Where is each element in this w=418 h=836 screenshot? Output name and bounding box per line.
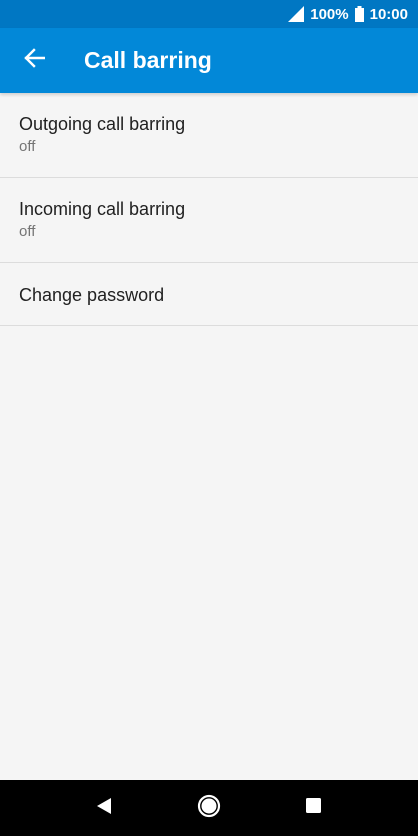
- navigation-bar: [0, 780, 418, 836]
- change-password-title: Change password: [19, 285, 165, 305]
- nav-recents-button[interactable]: [295, 790, 331, 826]
- arrow-left-icon: [23, 47, 46, 74]
- settings-list: Outgoing call barring off Incoming call …: [0, 93, 418, 326]
- nav-home-button[interactable]: [191, 790, 227, 826]
- outgoing-call-barring-item[interactable]: Outgoing call barring off: [0, 93, 418, 178]
- incoming-call-barring-item[interactable]: Incoming call barring off: [0, 178, 418, 263]
- status-bar: 100% 10:00: [0, 0, 418, 28]
- page-title: Call barring: [84, 47, 212, 73]
- battery-full-icon: [354, 6, 364, 22]
- change-password-item[interactable]: Change password: [0, 263, 418, 326]
- square-recents-icon: [305, 798, 321, 818]
- cell-signal-icon: [288, 6, 305, 22]
- app-bar: Call barring: [0, 28, 418, 93]
- clock: 10:00: [369, 5, 408, 23]
- incoming-call-barring-title: Incoming call barring: [19, 199, 186, 219]
- circle-home-icon: [197, 794, 221, 823]
- nav-back-button[interactable]: [86, 790, 122, 826]
- outgoing-call-barring-title: Outgoing call barring: [19, 114, 186, 134]
- battery-percentage: 100%: [310, 5, 349, 23]
- back-button[interactable]: [12, 38, 56, 82]
- outgoing-call-barring-summary: off: [19, 138, 36, 155]
- status-indicators: 100% 10:00: [288, 0, 408, 28]
- triangle-back-icon: [96, 797, 112, 820]
- incoming-call-barring-summary: off: [19, 223, 36, 240]
